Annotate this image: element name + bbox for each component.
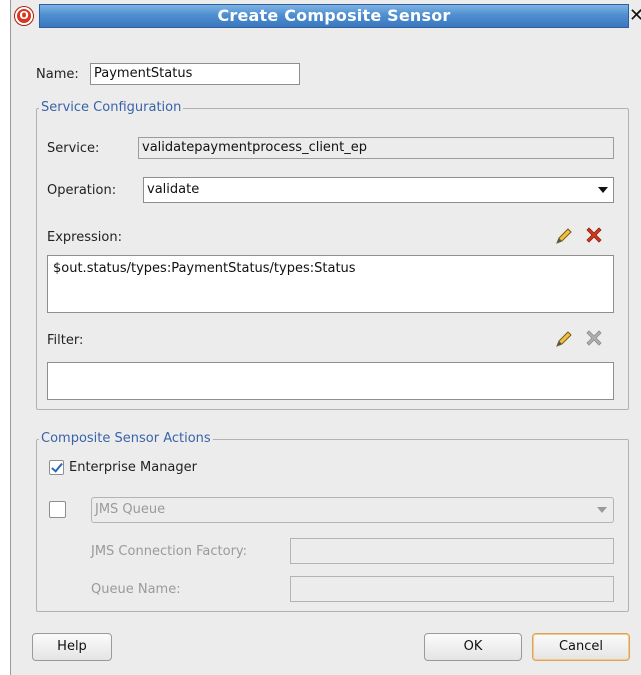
jms-queue-select-value: JMS Queue — [95, 502, 166, 517]
chevron-down-icon[interactable] — [598, 187, 608, 193]
create-composite-sensor-dialog: O Create Composite Sensor ✕ Name: Paymen… — [10, 0, 641, 675]
jms-chevron-down-icon — [597, 507, 607, 513]
dialog-title: Create Composite Sensor — [217, 6, 451, 25]
enterprise-manager-label: Enterprise Manager — [69, 460, 197, 475]
delete-expression-x-icon[interactable] — [584, 225, 604, 245]
jms-queue-select: JMS Queue — [91, 497, 614, 523]
expression-textarea[interactable]: $out.status/types:PaymentStatus/types:St… — [47, 255, 614, 313]
enterprise-manager-checkbox[interactable] — [49, 460, 64, 475]
operation-select[interactable]: validate — [143, 177, 614, 203]
edit-expression-pencil-icon[interactable] — [554, 226, 574, 246]
jms-checkbox[interactable] — [49, 501, 66, 518]
filter-textarea[interactable] — [47, 362, 614, 400]
title-bar: O Create Composite Sensor ✕ — [11, 0, 641, 30]
queue-name-label: Queue Name: — [91, 582, 181, 597]
service-label: Service: — [47, 141, 100, 156]
name-field[interactable]: PaymentStatus — [90, 63, 300, 85]
close-icon[interactable]: ✕ — [629, 4, 641, 28]
service-field: validatepaymentprocess_client_ep — [138, 137, 614, 159]
operation-label: Operation: — [47, 183, 117, 198]
composite-sensor-actions-legend: Composite Sensor Actions — [39, 431, 213, 447]
expression-label: Expression: — [47, 230, 122, 245]
jms-connection-factory-label: JMS Connection Factory: — [91, 544, 248, 559]
cancel-button[interactable]: Cancel — [532, 633, 630, 661]
filter-label: Filter: — [47, 333, 84, 348]
edit-filter-pencil-icon[interactable] — [554, 329, 574, 349]
operation-select-value: validate — [147, 182, 200, 197]
jms-connection-factory-field — [290, 538, 614, 564]
queue-name-field — [290, 576, 614, 602]
app-logo-icon: O — [15, 7, 33, 25]
service-configuration-legend: Service Configuration — [39, 100, 184, 116]
ok-button[interactable]: OK — [424, 633, 522, 661]
help-button[interactable]: Help — [32, 633, 112, 661]
name-label: Name: — [36, 67, 79, 82]
delete-filter-x-icon — [586, 330, 602, 346]
